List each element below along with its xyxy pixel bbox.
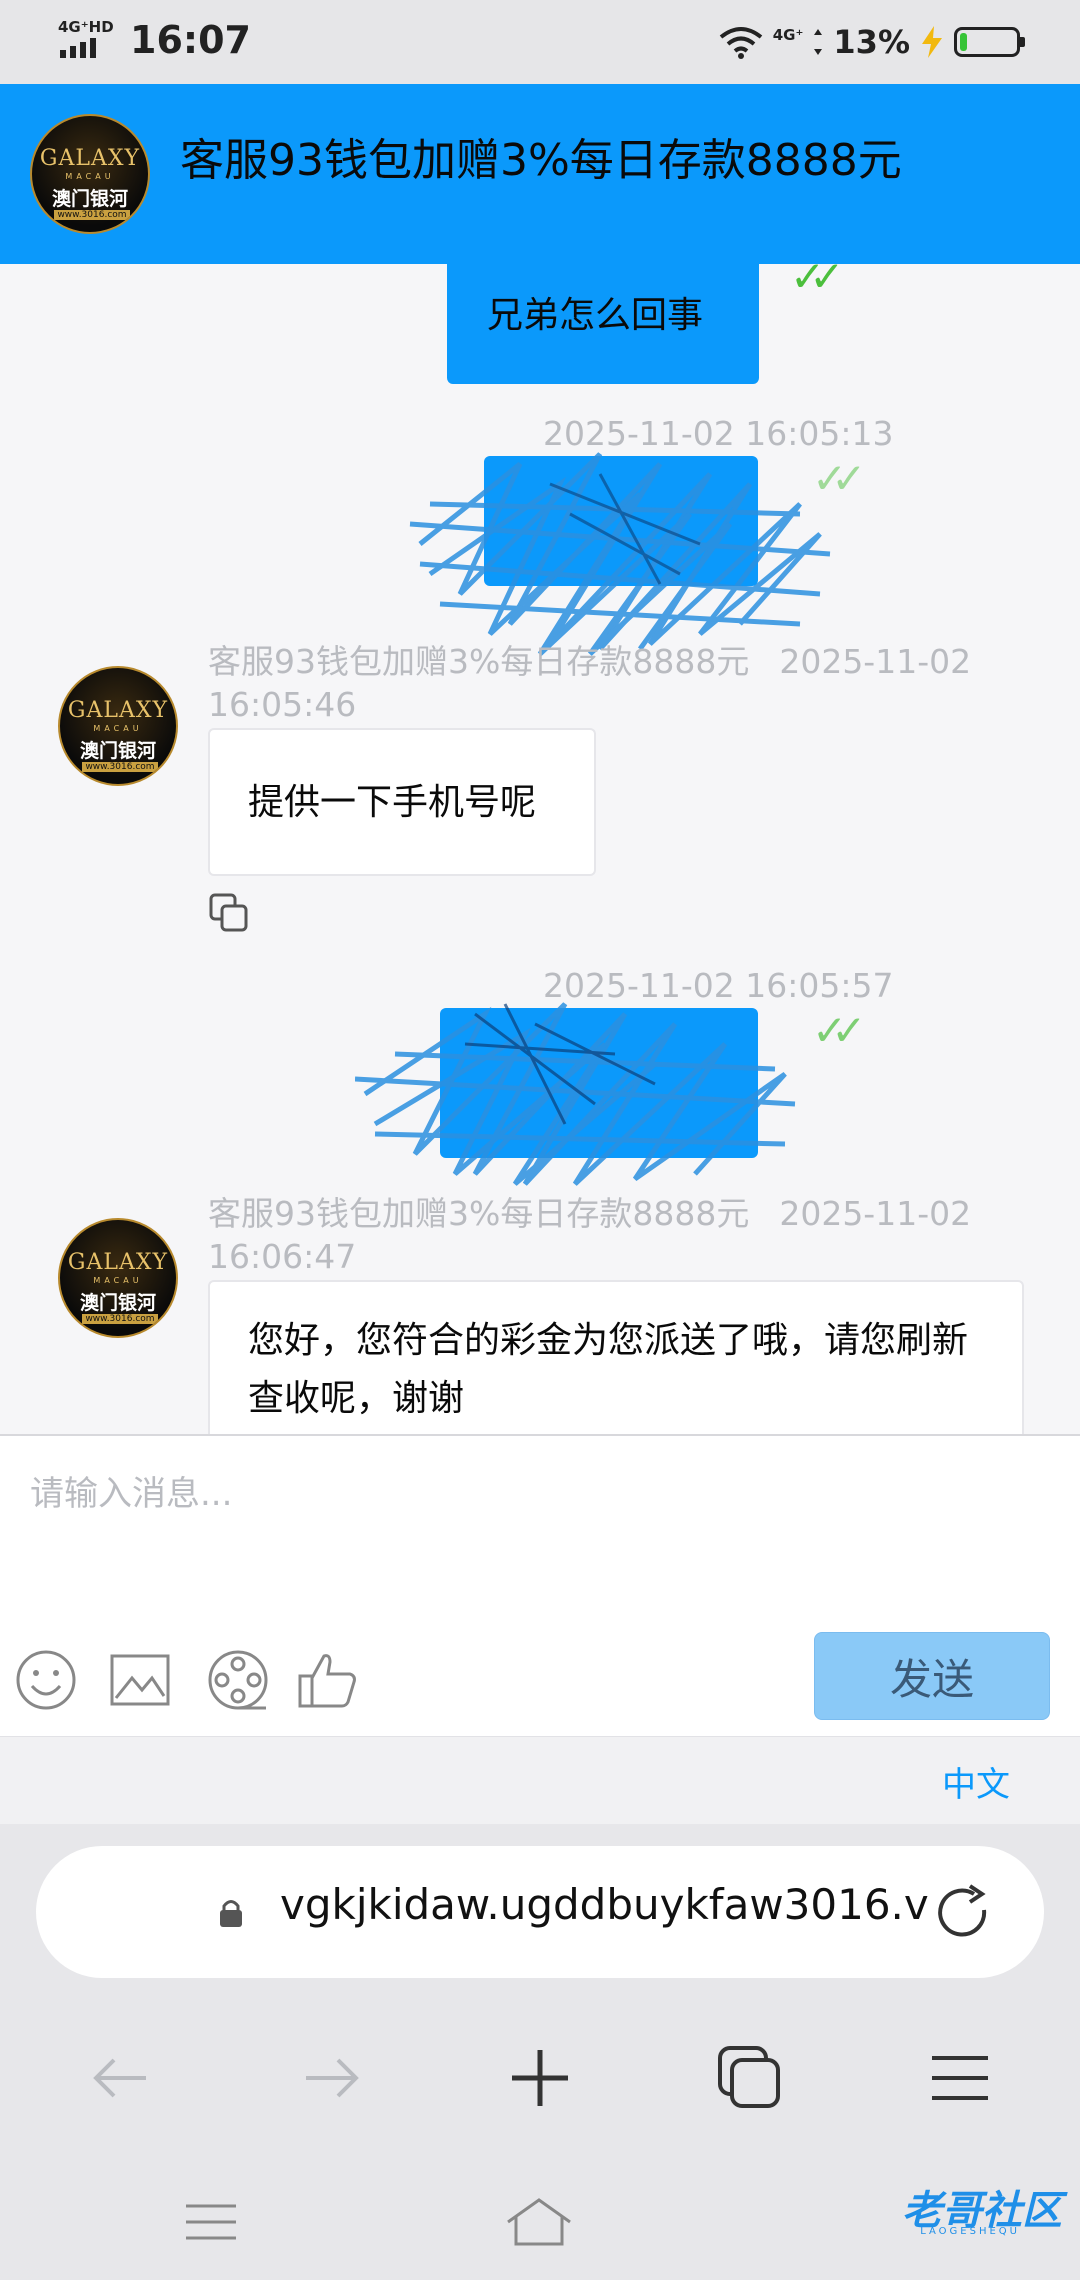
battery-percent: 13%	[833, 23, 910, 61]
message-meta: 客服93钱包加赠3%每日存款8888元 2025-11-02 16:05:46	[208, 640, 1008, 726]
logo-line4: www.3016.com	[82, 1314, 158, 1324]
reload-icon[interactable]	[934, 1882, 994, 1942]
url-text[interactable]: vgkjkidaw.ugddbuykfaw3016.vi	[280, 1880, 930, 1929]
logo-line1: GALAXY	[39, 146, 141, 171]
redaction-scribble	[355, 1002, 796, 1186]
logo-line4: www.3016.com	[54, 210, 130, 220]
redaction-scribble	[409, 452, 831, 656]
lock-icon	[220, 1900, 242, 1927]
message-text: 提供一下手机号呢	[248, 782, 537, 823]
logo-line2: MACAU	[65, 172, 115, 181]
thumbs-up-icon[interactable]	[296, 1648, 360, 1712]
message-text: 兄弟怎么回事	[487, 295, 704, 336]
logo-line3: 澳门银河	[79, 740, 156, 762]
galaxy-macau-logo: GALAXY MACAU 澳门银河 www.3016.com	[30, 114, 150, 234]
wifi-icon	[719, 27, 762, 59]
network-type-right: 4G⁺	[772, 26, 804, 44]
signal-icon	[60, 38, 96, 58]
battery-fill	[960, 33, 967, 51]
language-switch[interactable]: 中文	[942, 1757, 1010, 1806]
battery-icon	[954, 27, 1025, 57]
send-button[interactable]: 发送	[814, 1632, 1050, 1720]
logo-line3: 澳门银河	[51, 188, 128, 210]
read-ticks-icon: ✓✓	[790, 264, 845, 301]
logo-line2: MACAU	[93, 724, 143, 733]
tabs-icon[interactable]	[714, 2042, 786, 2114]
logo-line1: GALAXY	[67, 698, 169, 723]
page-title: 客服93钱包加赠3%每日存款8888元	[180, 135, 902, 186]
browser-chrome: vgkjkidaw.ugddbuykfaw3016.vi 老哥社区 LAOGES…	[0, 1824, 1080, 2280]
chat-messages[interactable]: 兄弟怎么回事 ✓✓ 2025-11-02 16:05:13 ✓✓ GALAXY …	[0, 264, 1080, 1434]
incoming-message[interactable]: 您好，您符合的彩金为您派送了哦，请您刷新查收呢，谢谢	[208, 1280, 1024, 1434]
new-tab-plus-icon[interactable]	[504, 2042, 576, 2114]
watermark-subtitle: LAOGESHEQU	[920, 2226, 1020, 2237]
logo-line4: www.3016.com	[82, 762, 158, 772]
logo-line1: GALAXY	[67, 1250, 169, 1275]
message-text: 您好，您符合的彩金为您派送了哦，请您刷新查收呢，谢谢	[248, 1320, 969, 1419]
url-bar[interactable]: vgkjkidaw.ugddbuykfaw3016.vi	[36, 1846, 1044, 1978]
message-meta: 客服93钱包加赠3%每日存款8888元 2025-11-02 16:06:47	[208, 1192, 1008, 1278]
charging-icon	[922, 26, 942, 58]
outgoing-message[interactable]: 兄弟怎么回事	[447, 264, 759, 384]
message-time: 16:06:47	[208, 1237, 357, 1276]
system-menu-icon[interactable]	[176, 2194, 246, 2250]
video-icon[interactable]	[206, 1648, 270, 1712]
copy-icon[interactable]	[208, 892, 250, 934]
status-right: 4G⁺ 13%	[719, 18, 1025, 66]
emoji-icon[interactable]	[14, 1648, 78, 1712]
agent-avatar[interactable]: GALAXY MACAU 澳门银河 www.3016.com	[58, 666, 178, 786]
clock: 16:07	[130, 18, 251, 62]
network-type-label: 4G⁺HD	[58, 18, 114, 36]
sender-name: 客服93钱包加赠3%每日存款8888元	[208, 1194, 750, 1233]
image-icon[interactable]	[108, 1648, 172, 1712]
menu-icon[interactable]	[924, 2042, 996, 2114]
message-time: 16:05:46	[208, 685, 357, 724]
mobile-signal-icon	[814, 29, 823, 55]
message-date: 2025-11-02	[779, 642, 972, 681]
language-bar: 中文	[0, 1736, 1080, 1824]
back-arrow-icon[interactable]	[86, 2042, 158, 2114]
read-ticks-icon: ✓✓	[812, 1006, 867, 1055]
status-bar: 4G⁺HD 16:07 4G⁺ 13%	[0, 0, 1080, 84]
forward-arrow-icon[interactable]	[294, 2042, 366, 2114]
sender-name: 客服93钱包加赠3%每日存款8888元	[208, 642, 750, 681]
message-date: 2025-11-02	[779, 1194, 972, 1233]
message-composer: 发送	[0, 1434, 1080, 1736]
logo-line2: MACAU	[93, 1276, 143, 1285]
logo-line3: 澳门银河	[79, 1292, 156, 1314]
message-input[interactable]	[30, 1466, 1050, 1576]
home-icon[interactable]	[504, 2194, 574, 2250]
chat-header: GALAXY MACAU 澳门银河 www.3016.com 客服93钱包加赠3…	[0, 84, 1080, 264]
incoming-message[interactable]: 提供一下手机号呢	[208, 728, 596, 876]
agent-avatar[interactable]: GALAXY MACAU 澳门银河 www.3016.com	[58, 1218, 178, 1338]
